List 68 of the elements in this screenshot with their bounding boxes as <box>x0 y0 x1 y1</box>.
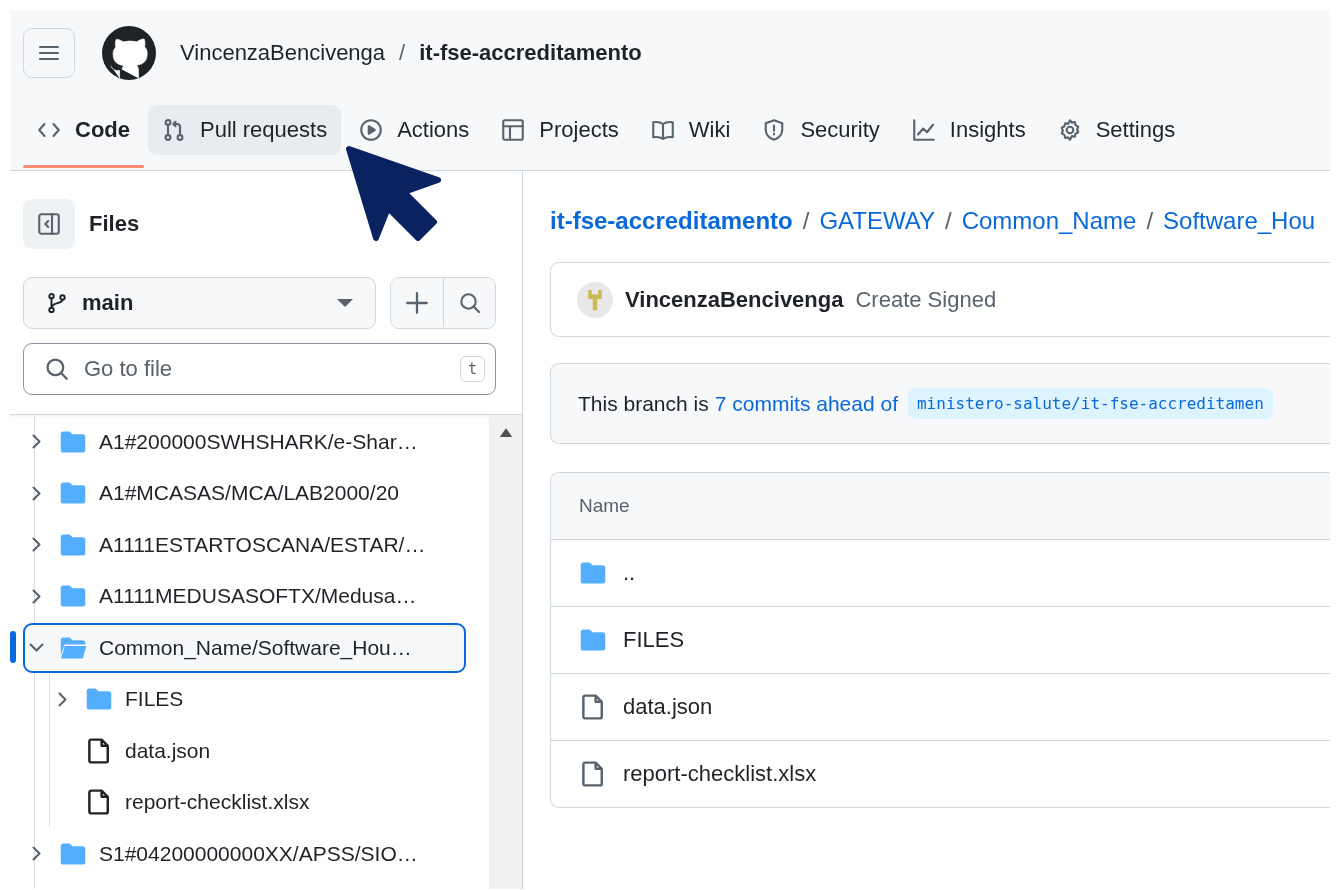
repo-tab[interactable]: Code <box>23 105 144 155</box>
owner-link[interactable]: VincenzaBencivenga <box>180 39 386 66</box>
shortcut-key: t <box>459 356 485 382</box>
go-to-file-field[interactable]: Go to file t <box>23 343 496 395</box>
avatar-icon <box>577 281 613 318</box>
search-button[interactable] <box>443 278 495 327</box>
repo-tab[interactable]: Wiki <box>636 105 745 155</box>
sidebar-toggle-button[interactable] <box>23 199 75 249</box>
branch-select[interactable]: main <box>23 277 376 329</box>
notice-text: This branch is <box>578 391 709 416</box>
pointer-arrow-icon <box>346 146 441 241</box>
panel-title: Files <box>89 211 140 237</box>
chevron-right-icon <box>31 537 41 552</box>
commit-message-link[interactable]: Create Signed <box>855 286 997 313</box>
repo-tab[interactable]: Insights <box>897 105 1040 155</box>
repo-tab[interactable]: Pull requests <box>148 105 342 155</box>
breadcrumb-link[interactable]: Common_Name <box>961 207 1137 235</box>
commits-ahead-link[interactable]: 7 commits ahead of <box>714 391 898 416</box>
tree-item[interactable]: A1#200000SWHSHARK/e-Shar… <box>23 416 466 467</box>
pull-request-icon <box>162 118 186 142</box>
author-link[interactable]: VincenzaBencivenga <box>625 286 844 313</box>
tree-item[interactable]: A1111MEDUSASOFTX/Medusa… <box>23 571 466 621</box>
chevron-right-icon <box>31 485 41 501</box>
repo-tab[interactable]: Actions <box>345 105 484 155</box>
repo-tab[interactable]: Projects <box>487 105 633 155</box>
chevron-right-icon <box>31 434 41 449</box>
repo-tab[interactable]: Settings <box>1043 105 1190 155</box>
tree-item[interactable]: A1111ESTARTOSCANA/ESTAR/… <box>23 519 466 570</box>
scroll-up-arrow-icon <box>498 427 513 437</box>
table-icon <box>501 118 526 142</box>
book-icon <box>650 118 675 142</box>
sidebar-panel-icon <box>37 212 61 236</box>
tree-item[interactable]: A1#MCASAS/MCA/LAB2000/20 <box>23 468 466 518</box>
breadcrumb-link[interactable]: it-fse-accreditamento <box>550 207 793 235</box>
tree-item[interactable]: S1#04200000000XX/APSS/SIO… <box>23 828 466 879</box>
file-link[interactable]: .. <box>623 560 636 586</box>
cat-logo-icon <box>102 25 156 80</box>
go-to-file-field[interactable]: Go to file <box>82 355 448 383</box>
repo-tab[interactable]: Security <box>748 105 894 155</box>
chevron-right-icon <box>31 846 41 861</box>
file-link[interactable]: report-checklist.xlsx <box>623 761 817 787</box>
chevron-right-icon <box>31 588 41 604</box>
tree-item[interactable]: Common_Name/Software_Hou… <box>23 622 466 673</box>
path-separator: / <box>802 207 810 235</box>
plus-icon <box>404 289 430 316</box>
path-separator: / <box>399 39 406 66</box>
tree-item[interactable]: data.json <box>23 725 466 776</box>
tree-item[interactable]: report-checklist.xlsx <box>23 777 466 827</box>
chevron-down-icon <box>28 643 44 652</box>
chevron-right-icon <box>57 691 67 707</box>
path-separator: / <box>944 207 952 235</box>
repo-link[interactable]: it-fse-accreditamento <box>419 39 642 66</box>
path-separator: / <box>1146 207 1154 235</box>
caret-icon <box>337 299 353 307</box>
file-link[interactable]: FILES <box>623 627 685 653</box>
upstream-branch-tag[interactable]: ministero-salute/it-fse-accreditamen <box>908 388 1273 419</box>
column-header: Name <box>579 495 630 517</box>
selection-indicator <box>10 630 16 663</box>
file-link[interactable]: data.json <box>623 694 713 720</box>
line-graph-icon <box>911 118 936 142</box>
breadcrumb-link[interactable]: Software_Hou <box>1163 207 1316 235</box>
branch-icon <box>46 292 68 314</box>
search-icon <box>44 356 70 382</box>
breadcrumb-link[interactable]: GATEWAY <box>819 207 935 235</box>
search-icon <box>457 290 482 315</box>
tree-item[interactable]: FILES <box>23 674 466 724</box>
menu-button[interactable] <box>23 27 75 78</box>
play-icon <box>359 118 384 142</box>
